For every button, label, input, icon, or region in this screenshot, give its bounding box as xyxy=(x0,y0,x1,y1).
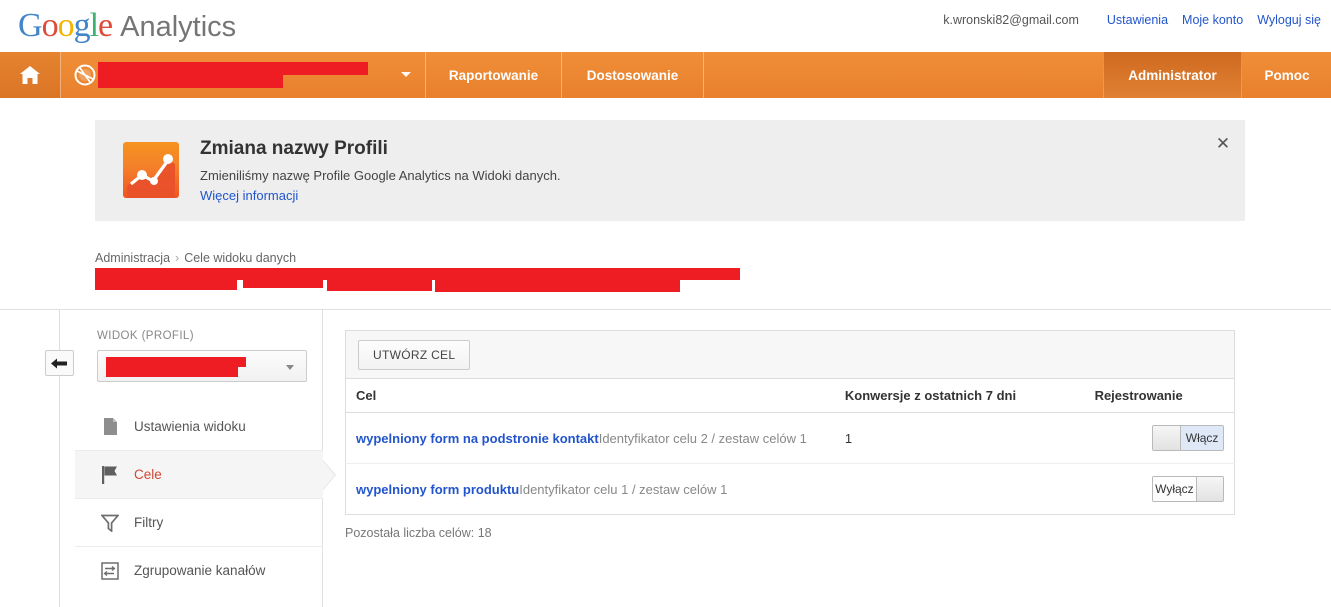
sidebar-item-zgrupowanie-kanalow[interactable]: Zgrupowanie kanałów xyxy=(75,546,323,594)
toggle-label: Włącz xyxy=(1180,426,1223,450)
chevron-down-icon xyxy=(286,365,294,370)
title-redaction-bar-2 xyxy=(95,279,237,290)
logout-link[interactable]: Wyloguj się xyxy=(1257,13,1321,27)
table-row: wypelniony form na podstronie kontaktIde… xyxy=(345,412,1235,464)
sidebar-items: Ustawienia widoku Cele Filtry Zgrupowani… xyxy=(75,402,336,594)
google-analytics-logo[interactable]: Google Analytics xyxy=(18,6,236,47)
goal-cell: wypelniony form na podstronie kontaktIde… xyxy=(345,412,835,464)
goals-toolbar: UTWÓRZ CEL xyxy=(345,330,1235,378)
top-bar: Google Analytics k.wronski82@gmail.com Ust… xyxy=(0,0,1331,52)
column-header-conversions: Konwersje z ostatnich 7 dni xyxy=(834,378,1085,413)
conversions-value: 1 xyxy=(834,412,1085,464)
sidebar-item-label: Ustawienia widoku xyxy=(134,418,246,434)
banner-title: Zmiana nazwy Profili xyxy=(200,138,388,159)
tab-pomoc[interactable]: Pomoc xyxy=(1243,52,1331,98)
rename-notice-banner: Zmiana nazwy Profili Zmieniliśmy nazwę P… xyxy=(95,120,1245,221)
document-icon xyxy=(100,416,120,436)
sidebar-item-label: Filtry xyxy=(134,515,164,530)
title-redaction-bar-3 xyxy=(243,273,323,288)
sidebar-item-ustawienia-widoku[interactable]: Ustawienia widoku xyxy=(75,402,323,450)
admin-sidebar: WIDOK (PROFIL) Ustawienia widoku Cele Fi… xyxy=(75,310,336,607)
recording-toggle-off[interactable]: Wyłącz xyxy=(1152,476,1224,502)
view-selector[interactable] xyxy=(97,350,307,382)
sidebar-item-label: Zgrupowanie kanałów xyxy=(134,563,266,578)
create-goal-button[interactable]: UTWÓRZ CEL xyxy=(358,339,471,370)
account-email: k.wronski82@gmail.com xyxy=(943,13,1079,27)
close-icon[interactable]: ✕ xyxy=(1209,130,1237,158)
breadcrumb-item-administracja[interactable]: Administracja xyxy=(95,251,170,265)
my-account-link[interactable]: Moje konto xyxy=(1182,13,1243,27)
toggle-knob xyxy=(1153,426,1181,450)
account-bar: k.wronski82@gmail.com Ustawienia Moje kont… xyxy=(943,13,1321,27)
goal-name-link[interactable]: wypelniony form na podstronie kontakt xyxy=(356,431,599,446)
goals-panel: UTWÓRZ CEL Cel Konwersje z ostatnich 7 d… xyxy=(345,330,1235,540)
goals-table: Cel Konwersje z ostatnich 7 dni Rejestro… xyxy=(345,378,1235,515)
sidebar-section-label: WIDOK (PROFIL) xyxy=(97,330,194,342)
channel-grouping-icon xyxy=(100,561,120,581)
goal-meta: Identyfikator celu 1 / zestaw celów 1 xyxy=(519,481,728,497)
banner-more-info-link[interactable]: Więcej informacji xyxy=(200,188,298,203)
recording-toggle-on[interactable]: Włącz xyxy=(1152,425,1224,451)
table-header-row: Cel Konwersje z ostatnich 7 dni Rejestro… xyxy=(345,378,1235,413)
goal-name-link[interactable]: wypelniony form produktu xyxy=(356,482,519,497)
view-name-redaction-2 xyxy=(106,366,238,377)
tab-dostosowanie[interactable]: Dostosowanie xyxy=(561,52,703,98)
arrow-left-icon xyxy=(51,358,67,368)
analytics-chart-icon xyxy=(123,142,179,198)
breadcrumb-item-cele: Cele widoku danych xyxy=(184,251,297,265)
chevron-down-icon xyxy=(401,72,411,77)
toggle-knob xyxy=(1195,477,1223,501)
toggle-label: Wyłącz xyxy=(1153,477,1196,501)
sidebar-item-cele[interactable]: Cele xyxy=(75,450,336,498)
title-redaction-bar-5 xyxy=(435,268,680,292)
sidebar-item-filtry[interactable]: Filtry xyxy=(75,498,323,546)
banner-subtitle: Zmieniliśmy nazwę Profile Google Analyti… xyxy=(200,168,561,183)
tab-administrator[interactable]: Administrator xyxy=(1103,52,1242,98)
recording-cell: Włącz xyxy=(1084,412,1235,464)
settings-link[interactable]: Ustawienia xyxy=(1107,13,1168,27)
column-header-goal: Cel xyxy=(345,378,835,413)
property-subname-redacted xyxy=(98,75,283,88)
product-name: Analytics xyxy=(120,11,237,43)
analytics-admin-page: Google Analytics k.wronski82@gmail.com Ust… xyxy=(0,0,1331,607)
conversions-value xyxy=(835,464,1085,515)
remaining-goals-text: Pozostała liczba celów: 18 xyxy=(345,526,492,540)
home-button[interactable] xyxy=(0,52,60,98)
globe-icon xyxy=(74,64,95,86)
home-icon xyxy=(20,66,40,84)
goal-cell: wypelniony form produktuIdentyfikator ce… xyxy=(346,464,835,515)
recording-cell: Wyłącz xyxy=(1085,464,1235,515)
table-row: wypelniony form produktuIdentyfikator ce… xyxy=(346,464,1235,515)
sidebar-item-label: Cele xyxy=(134,467,162,482)
column-header-recording: Rejestrowanie xyxy=(1084,378,1235,413)
funnel-icon xyxy=(100,513,120,533)
tab-raportowanie[interactable]: Raportowanie xyxy=(425,52,561,98)
breadcrumb-separator: › xyxy=(175,251,180,265)
property-name-redacted xyxy=(98,62,368,75)
goal-meta: Identyfikator celu 2 / zestaw celów 1 xyxy=(598,430,807,446)
property-selector[interactable] xyxy=(98,52,425,98)
main-navbar: Raportowanie Dostosowanie Administrator … xyxy=(0,52,1331,98)
sidebar-collapse-button[interactable] xyxy=(45,350,74,376)
flag-icon xyxy=(100,465,120,485)
nav-divider xyxy=(703,52,704,98)
title-redaction-bar-4 xyxy=(327,279,432,291)
breadcrumb: Administracja › Cele widoku danych xyxy=(95,251,296,265)
